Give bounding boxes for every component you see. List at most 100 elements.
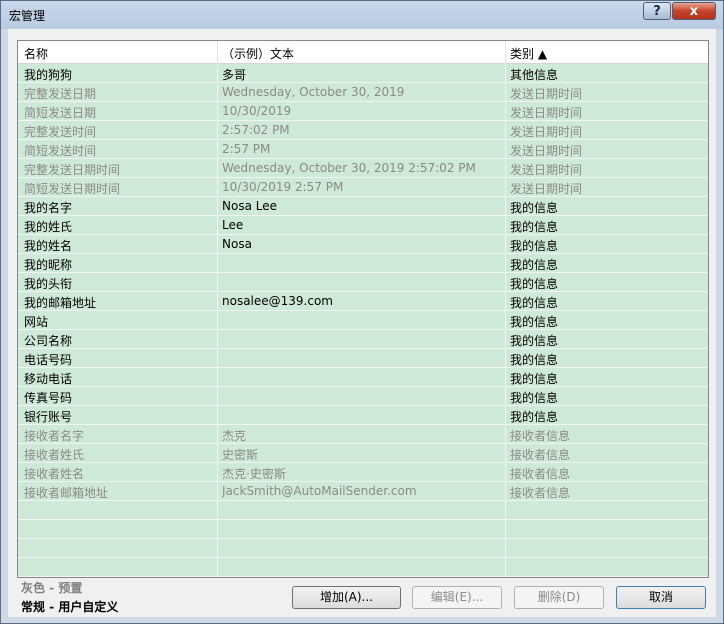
cell-name: 我的昵称 xyxy=(24,258,73,272)
cell-category: 发送日期时间 xyxy=(510,87,583,101)
cell-category: 其他信息 xyxy=(510,68,559,82)
cell-category: 我的信息 xyxy=(510,296,559,310)
table-row[interactable]: 传真号码 我的信息 xyxy=(18,387,708,406)
legend-preset: 灰色 - 预置 xyxy=(21,581,83,595)
table-row[interactable]: 我的姓氏 Lee 我的信息 xyxy=(18,216,708,235)
macro-manager-window: 宏管理 ? x 名称 （示例）文本 类别 ▲ 我的狗狗 多哥 其他信息完整发送日期 W… xyxy=(0,0,724,624)
close-button[interactable]: x xyxy=(672,2,716,20)
cell-category: 发送日期时间 xyxy=(510,182,583,196)
cell-name: 完整发送日期时间 xyxy=(24,163,121,177)
cell-text: JackSmith@AutoMailSender.com xyxy=(222,484,417,498)
table-row[interactable]: 简短发送日期 10/30/2019 发送日期时间 xyxy=(18,102,708,121)
cell-name: 完整发送时间 xyxy=(24,125,97,139)
legend-user-defined: 常规 - 用户自定义 xyxy=(21,600,119,614)
table-row[interactable]: 银行账号 我的信息 xyxy=(18,406,708,425)
cell-category: 我的信息 xyxy=(510,353,559,367)
add-button[interactable]: 增加(A)... xyxy=(292,586,401,609)
cell-category: 我的信息 xyxy=(510,258,559,272)
cell-category: 我的信息 xyxy=(510,277,559,291)
cell-category: 接收者信息 xyxy=(510,486,571,500)
cell-category: 接收者信息 xyxy=(510,467,571,481)
cell-name: 传真号码 xyxy=(24,391,73,405)
cell-text: 2:57:02 PM xyxy=(222,123,290,137)
cell-category: 发送日期时间 xyxy=(510,144,583,158)
table-row[interactable]: 移动电话 我的信息 xyxy=(18,368,708,387)
column-header-name[interactable]: 名称 xyxy=(24,45,48,62)
cell-name: 银行账号 xyxy=(24,410,73,424)
list-header: 名称 （示例）文本 类别 ▲ xyxy=(18,41,708,64)
cell-name: 接收者姓名 xyxy=(24,467,85,481)
table-row[interactable]: 公司名称 我的信息 xyxy=(18,330,708,349)
cell-category: 我的信息 xyxy=(510,410,559,424)
table-row[interactable]: 我的狗狗 多哥 其他信息 xyxy=(18,64,708,83)
cell-name: 简短发送日期时间 xyxy=(24,182,121,196)
cell-category: 我的信息 xyxy=(510,220,559,234)
cell-text: 史密斯 xyxy=(222,448,259,462)
cell-name: 我的名字 xyxy=(24,201,73,215)
table-row[interactable]: 我的邮箱地址 nosalee@139.com 我的信息 xyxy=(18,292,708,311)
cell-category: 我的信息 xyxy=(510,391,559,405)
cell-category: 发送日期时间 xyxy=(510,125,583,139)
table-row[interactable]: 接收者姓氏 史密斯 接收者信息 xyxy=(18,444,708,463)
cell-text: Wednesday, October 30, 2019 xyxy=(222,85,405,99)
column-header-category[interactable]: 类别 ▲ xyxy=(510,45,547,62)
cell-category: 我的信息 xyxy=(510,334,559,348)
table-row[interactable]: 接收者姓名 杰克·史密斯 接收者信息 xyxy=(18,463,708,482)
delete-button[interactable]: 删除(D) xyxy=(514,586,604,609)
table-row[interactable]: 我的名字 Nosa Lee 我的信息 xyxy=(18,197,708,216)
macro-list[interactable]: 名称 （示例）文本 类别 ▲ 我的狗狗 多哥 其他信息完整发送日期 Wednesday… xyxy=(17,40,709,578)
cell-name: 我的姓氏 xyxy=(24,220,73,234)
cell-name: 完整发送日期 xyxy=(24,87,97,101)
cell-name: 公司名称 xyxy=(24,334,73,348)
empty-row xyxy=(18,501,708,520)
cell-name: 接收者姓氏 xyxy=(24,448,85,462)
cancel-button[interactable]: 取消 xyxy=(616,586,706,609)
cell-name: 我的姓名 xyxy=(24,239,73,253)
title-bar: 宏管理 ? x xyxy=(1,1,723,29)
table-row[interactable]: 简短发送时间 2:57 PM 发送日期时间 xyxy=(18,140,708,159)
table-row[interactable]: 接收者邮箱地址 JackSmith@AutoMailSender.com 接收者信息 xyxy=(18,482,708,501)
cell-category: 我的信息 xyxy=(510,315,559,329)
cell-category: 发送日期时间 xyxy=(510,163,583,177)
cell-category: 接收者信息 xyxy=(510,448,571,462)
table-row[interactable]: 完整发送日期 Wednesday, October 30, 2019 发送日期时间 xyxy=(18,83,708,102)
cell-text: 10/30/2019 xyxy=(222,104,292,118)
cell-category: 发送日期时间 xyxy=(510,106,583,120)
table-row[interactable]: 我的昵称 我的信息 xyxy=(18,254,708,273)
table-row[interactable]: 简短发送日期时间 10/30/2019 2:57 PM 发送日期时间 xyxy=(18,178,708,197)
table-row[interactable]: 接收者名字 杰克 接收者信息 xyxy=(18,425,708,444)
table-row[interactable]: 完整发送日期时间 Wednesday, October 30, 2019 2:57… xyxy=(18,159,708,178)
cell-name: 我的邮箱地址 xyxy=(24,296,97,310)
column-divider[interactable] xyxy=(505,41,506,63)
edit-button[interactable]: 编辑(E)... xyxy=(412,586,502,609)
table-row[interactable]: 网站 我的信息 xyxy=(18,311,708,330)
cell-name: 移动电话 xyxy=(24,372,73,386)
column-divider[interactable] xyxy=(217,41,218,63)
empty-row xyxy=(18,539,708,558)
cell-text: Nosa xyxy=(222,237,252,251)
dialog-client: 名称 （示例）文本 类别 ▲ 我的狗狗 多哥 其他信息完整发送日期 Wednesday… xyxy=(8,29,716,617)
table-row[interactable]: 我的姓名 Nosa 我的信息 xyxy=(18,235,708,254)
cell-name: 我的狗狗 xyxy=(24,68,73,82)
cell-text: Wednesday, October 30, 2019 2:57:02 PM xyxy=(222,161,476,175)
empty-row xyxy=(18,520,708,539)
cell-name: 网站 xyxy=(24,315,49,329)
cell-name: 简短发送时间 xyxy=(24,144,97,158)
cell-category: 我的信息 xyxy=(510,201,559,215)
cell-text: Lee xyxy=(222,218,244,232)
cell-name: 接收者名字 xyxy=(24,429,85,443)
cell-text: 杰克·史密斯 xyxy=(222,467,286,481)
window-title: 宏管理 xyxy=(9,9,46,23)
cell-category: 我的信息 xyxy=(510,239,559,253)
cell-name: 接收者邮箱地址 xyxy=(24,486,109,500)
cell-text: nosalee@139.com xyxy=(222,294,333,308)
cell-text: 10/30/2019 2:57 PM xyxy=(222,180,344,194)
cell-name: 简短发送日期 xyxy=(24,106,97,120)
cell-text: 多哥 xyxy=(222,68,247,82)
table-row[interactable]: 电话号码 我的信息 xyxy=(18,349,708,368)
column-header-text[interactable]: （示例）文本 xyxy=(222,45,294,62)
cell-name: 我的头衔 xyxy=(24,277,73,291)
table-row[interactable]: 我的头衔 我的信息 xyxy=(18,273,708,292)
help-button[interactable]: ? xyxy=(643,2,671,20)
table-row[interactable]: 完整发送时间 2:57:02 PM 发送日期时间 xyxy=(18,121,708,140)
